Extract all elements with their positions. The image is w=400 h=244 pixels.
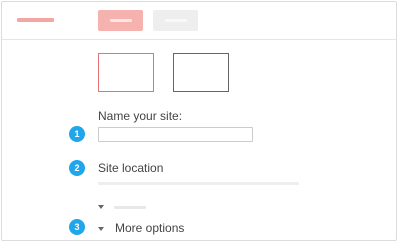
collapsed-section-toggle[interactable] — [96, 202, 156, 212]
template-thumbnail-selected[interactable] — [98, 53, 154, 92]
step-2-label: Site location — [98, 161, 164, 175]
top-toolbar — [2, 2, 396, 40]
collapsed-section-label-placeholder — [114, 206, 146, 209]
step-2-badge: 2 — [69, 160, 85, 176]
step-1-badge: 1 — [69, 126, 85, 142]
secondary-button-label-placeholder — [165, 19, 187, 22]
step-3-badge: 3 — [69, 219, 85, 235]
template-thumbnail[interactable] — [173, 53, 229, 92]
site-setup-panel: Name your site: 1 2 Site location 3 More… — [1, 1, 397, 241]
primary-button-label-placeholder — [110, 19, 132, 22]
step-1-label: Name your site: — [98, 109, 183, 123]
chevron-down-icon — [98, 205, 104, 209]
primary-button[interactable] — [98, 10, 143, 31]
site-name-input[interactable] — [98, 127, 253, 142]
site-location-placeholder — [98, 182, 299, 185]
chevron-down-icon — [98, 227, 104, 231]
logo-placeholder — [17, 18, 54, 22]
more-options-label: More options — [115, 221, 185, 235]
secondary-button[interactable] — [153, 10, 198, 31]
